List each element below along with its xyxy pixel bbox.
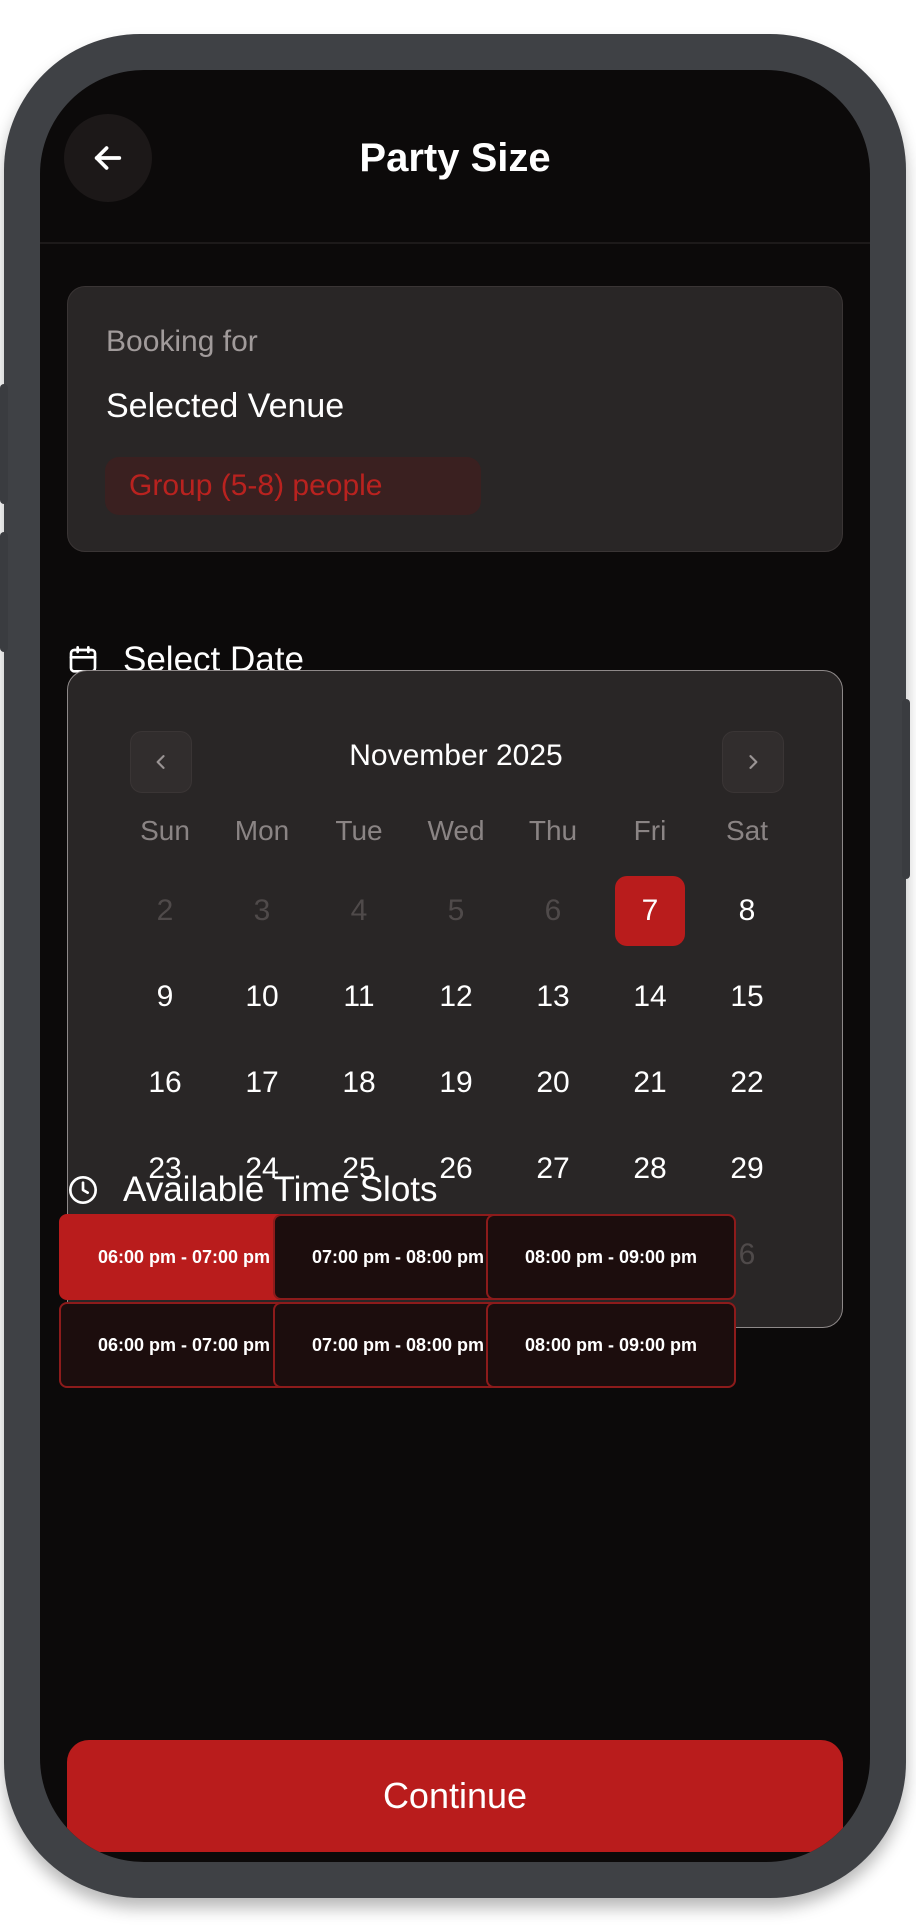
phone-side-button [902, 699, 910, 879]
app-header: Party Size [40, 70, 870, 244]
calendar-day[interactable]: 19 [421, 1048, 491, 1118]
calendar-day[interactable]: 9 [130, 962, 200, 1032]
calendar-day: 2 [156, 894, 174, 927]
time-slot-button[interactable]: 08:00 pm - 09:00 pm [486, 1214, 736, 1300]
phone-frame: Party Size Booking for Selected Venue Gr… [0, 34, 910, 1898]
calendar-day[interactable]: 18 [324, 1048, 394, 1118]
calendar-day[interactable]: 12 [421, 962, 491, 1032]
weekday-label: Sun [140, 815, 190, 846]
weekday-label: Tue [335, 815, 383, 846]
calendar-day[interactable]: 27 [518, 1134, 588, 1204]
time-slot-button[interactable]: 08:00 pm - 09:00 pm [486, 1302, 736, 1388]
calendar-day[interactable]: 11 [324, 962, 394, 1032]
time-slot-button[interactable]: 06:00 pm - 07:00 pm [59, 1214, 309, 1300]
clock-icon [69, 1176, 97, 1204]
time-section-header: Available Time Slots [67, 1170, 438, 1210]
calendar-day[interactable]: 22 [712, 1048, 782, 1118]
chevron-right-icon [749, 755, 758, 769]
app-screen: Party Size Booking for Selected Venue Gr… [40, 70, 870, 1862]
weekday-label: Wed [427, 815, 485, 846]
continue-button[interactable]: Continue [67, 1740, 843, 1852]
calendar-day[interactable]: 21 [615, 1048, 685, 1118]
calendar-day[interactable]: 10 [227, 962, 297, 1032]
calendar-day: 5 [447, 894, 465, 927]
phone-side-button [0, 532, 8, 652]
weekday-label: Thu [528, 815, 578, 846]
calendar-day[interactable]: 20 [518, 1048, 588, 1118]
weekday-label: Fri [633, 815, 667, 846]
time-section-title: Available Time Slots [123, 1170, 438, 1209]
group-size-badge: Group (5-8) people [105, 457, 481, 515]
calendar-day[interactable]: 29 [712, 1134, 782, 1204]
venue-name: Selected Venue [106, 387, 345, 425]
page-title: Party Size [359, 136, 551, 180]
booking-label: Booking for [106, 325, 258, 358]
calendar-day: 3 [253, 894, 271, 927]
calendar-day[interactable]: 14 [615, 962, 685, 1032]
time-slot-button[interactable]: 06:00 pm - 07:00 pm [59, 1302, 309, 1388]
calendar-day[interactable]: 15 [712, 962, 782, 1032]
calendar-day[interactable]: 7 [615, 876, 685, 946]
calendar-day[interactable]: 16 [130, 1048, 200, 1118]
booking-card: Booking for Selected Venue Group (5-8) p… [67, 286, 843, 552]
weekday-label: Sat [725, 815, 769, 846]
calendar-day[interactable]: 17 [227, 1048, 297, 1118]
calendar-day: 4 [350, 894, 368, 927]
calendar-day: 6 [544, 894, 562, 927]
calendar-day[interactable]: 28 [615, 1134, 685, 1204]
calendar-day[interactable]: 8 [712, 876, 782, 946]
calendar-day[interactable]: 13 [518, 962, 588, 1032]
weekday-label: Mon [234, 815, 290, 846]
next-month-button[interactable] [722, 731, 784, 793]
phone-side-button [0, 384, 8, 504]
